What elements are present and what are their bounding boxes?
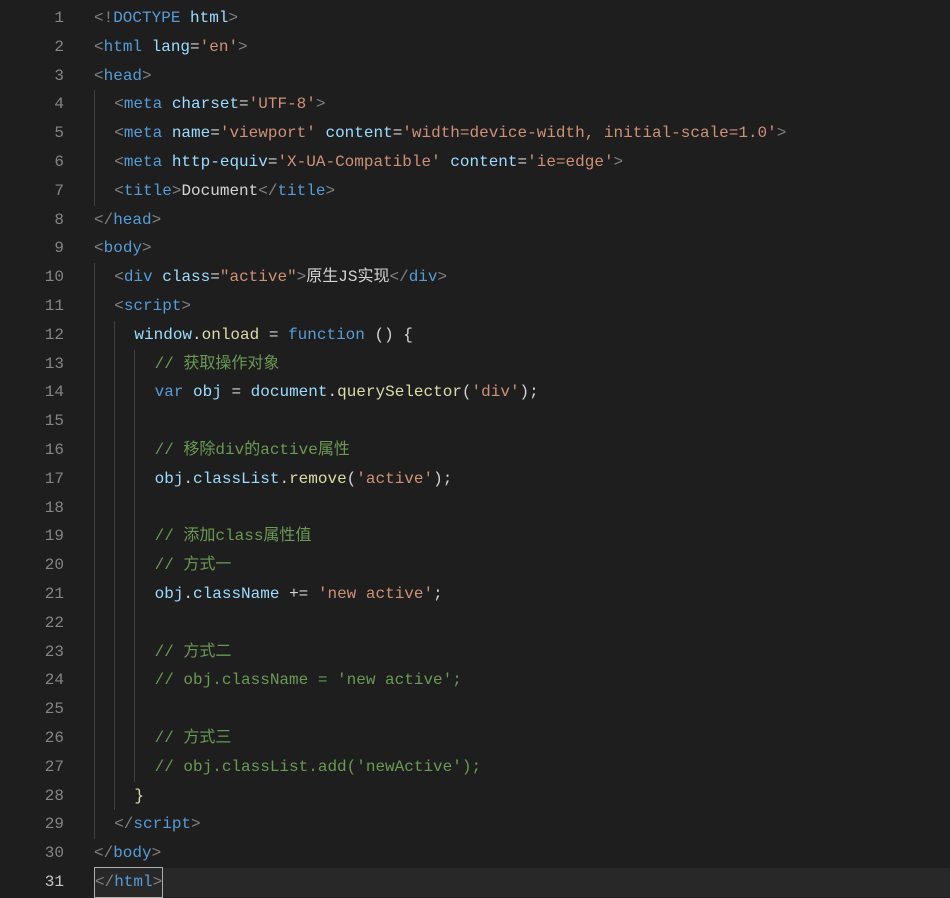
line-number: 4 bbox=[0, 90, 64, 119]
code-editor[interactable]: 1234567891011121314151617181920212223242… bbox=[0, 0, 950, 897]
code-line[interactable]: </head> bbox=[94, 206, 950, 235]
line-number: 12 bbox=[0, 321, 64, 350]
code-line[interactable]: </script> bbox=[94, 810, 950, 839]
line-number: 17 bbox=[0, 465, 64, 494]
code-line[interactable]: obj.classList.remove('active'); bbox=[94, 465, 950, 494]
line-number: 24 bbox=[0, 666, 64, 695]
code-line[interactable]: var obj = document.querySelector('div'); bbox=[94, 378, 950, 407]
line-number: 23 bbox=[0, 638, 64, 667]
line-number: 16 bbox=[0, 436, 64, 465]
line-number: 6 bbox=[0, 148, 64, 177]
line-number: 5 bbox=[0, 119, 64, 148]
code-line[interactable]: <head> bbox=[94, 62, 950, 91]
code-area[interactable]: <!DOCTYPE html><html lang='en'><head> <m… bbox=[72, 4, 950, 897]
code-line[interactable]: // obj.classList.add('newActive'); bbox=[94, 753, 950, 782]
code-line[interactable]: window.onload = function () { bbox=[94, 321, 950, 350]
line-number: 11 bbox=[0, 292, 64, 321]
code-line[interactable]: // obj.className = 'new active'; bbox=[94, 666, 950, 695]
code-line[interactable]: <div class="active">原生JS实现</div> bbox=[94, 263, 950, 292]
line-number: 9 bbox=[0, 234, 64, 263]
line-number: 7 bbox=[0, 177, 64, 206]
code-line[interactable]: <html lang='en'> bbox=[94, 33, 950, 62]
line-number: 15 bbox=[0, 407, 64, 436]
line-number: 14 bbox=[0, 378, 64, 407]
line-number: 27 bbox=[0, 753, 64, 782]
code-line[interactable] bbox=[94, 494, 950, 523]
line-number: 19 bbox=[0, 522, 64, 551]
code-line[interactable]: // 方式一 bbox=[94, 551, 950, 580]
code-line[interactable]: obj.className += 'new active'; bbox=[94, 580, 950, 609]
code-line[interactable] bbox=[94, 695, 950, 724]
code-line[interactable]: // 添加class属性值 bbox=[94, 522, 950, 551]
line-number: 13 bbox=[0, 350, 64, 379]
line-number-gutter: 1234567891011121314151617181920212223242… bbox=[0, 4, 72, 897]
line-number: 29 bbox=[0, 810, 64, 839]
code-line[interactable]: // 移除div的active属性 bbox=[94, 436, 950, 465]
line-number: 31 bbox=[0, 868, 64, 897]
code-line[interactable]: </html> bbox=[94, 868, 950, 897]
code-line[interactable]: // 方式三 bbox=[94, 724, 950, 753]
line-number: 20 bbox=[0, 551, 64, 580]
code-line[interactable]: // 方式二 bbox=[94, 638, 950, 667]
line-number: 3 bbox=[0, 62, 64, 91]
line-number: 1 bbox=[0, 4, 64, 33]
line-number: 22 bbox=[0, 609, 64, 638]
code-line[interactable] bbox=[94, 609, 950, 638]
code-line[interactable]: } bbox=[94, 782, 950, 811]
code-line[interactable]: <meta name='viewport' content='width=dev… bbox=[94, 119, 950, 148]
code-line[interactable]: // 获取操作对象 bbox=[94, 350, 950, 379]
line-number: 28 bbox=[0, 782, 64, 811]
line-number: 8 bbox=[0, 206, 64, 235]
line-number: 2 bbox=[0, 33, 64, 62]
code-line[interactable] bbox=[94, 407, 950, 436]
line-number: 10 bbox=[0, 263, 64, 292]
line-number: 26 bbox=[0, 724, 64, 753]
code-line[interactable]: <meta http-equiv='X-UA-Compatible' conte… bbox=[94, 148, 950, 177]
code-line[interactable]: </body> bbox=[94, 839, 950, 868]
line-number: 25 bbox=[0, 695, 64, 724]
code-line[interactable]: <body> bbox=[94, 234, 950, 263]
line-number: 21 bbox=[0, 580, 64, 609]
line-number: 18 bbox=[0, 494, 64, 523]
code-line[interactable]: <script> bbox=[94, 292, 950, 321]
code-line[interactable]: <!DOCTYPE html> bbox=[94, 4, 950, 33]
line-number: 30 bbox=[0, 839, 64, 868]
code-line[interactable]: <title>Document</title> bbox=[94, 177, 950, 206]
code-line[interactable]: <meta charset='UTF-8'> bbox=[94, 90, 950, 119]
